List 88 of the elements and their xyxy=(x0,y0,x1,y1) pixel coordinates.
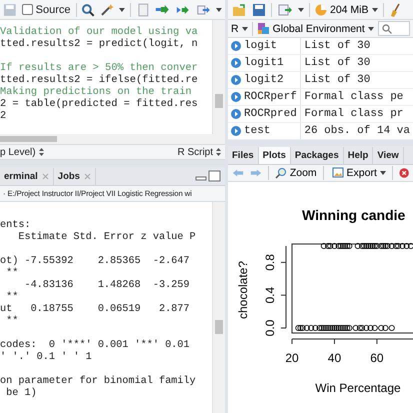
variable-name: logit1 xyxy=(244,57,284,69)
expand-icon[interactable] xyxy=(231,75,241,85)
language-selector[interactable]: R xyxy=(231,22,248,34)
y-tick-label: 0.0 xyxy=(263,320,277,336)
environment-row[interactable]: ROCRpred Formal class pr xyxy=(228,106,413,122)
code-line: 2 xyxy=(0,110,8,122)
open-folder-icon[interactable] xyxy=(231,2,247,16)
console-line: be 1) xyxy=(5,388,38,400)
expand-icon[interactable] xyxy=(231,92,241,102)
code-line: tted.results2 = ifelse(fitted.re xyxy=(0,74,199,86)
console-line: ** xyxy=(5,292,20,304)
remove-icon[interactable] xyxy=(398,167,410,179)
console-line: Estimate Std. Error z value P xyxy=(17,232,197,244)
wand-icon[interactable] xyxy=(100,2,114,16)
expand-icon[interactable] xyxy=(231,126,241,136)
export-button[interactable]: Export xyxy=(330,167,386,179)
console-line: ut 0.18755 0.06519 2.877 xyxy=(0,304,191,316)
environment-selector[interactable]: Global Environment xyxy=(256,22,374,35)
variable-value: 26 obs. of 14 va xyxy=(300,122,413,140)
pie-icon xyxy=(315,4,327,16)
variable-value: List of 30 xyxy=(300,72,413,88)
search-icon[interactable] xyxy=(81,2,96,16)
variable-name: ROCRperf xyxy=(244,91,297,103)
console-line: ot) -7.55392 2.85365 -2.647 xyxy=(0,256,191,268)
pane-tab[interactable]: Help xyxy=(344,147,374,164)
chart-title: Winning candie xyxy=(302,207,406,223)
variable-value: List of 30 xyxy=(300,38,413,54)
variable-name: test xyxy=(244,125,270,137)
caret-icon xyxy=(118,8,125,12)
console-line: ents: xyxy=(0,220,32,232)
console-line: on parameter for binomial family xyxy=(0,376,197,388)
expand-icon[interactable] xyxy=(231,109,241,119)
variable-name: ROCRpred xyxy=(244,108,297,120)
magnifier-icon xyxy=(274,167,287,179)
source-checkbox[interactable]: Source xyxy=(22,4,71,16)
caret-icon xyxy=(368,26,374,30)
search-icon xyxy=(382,24,392,34)
scope-selector[interactable]: p Level) xyxy=(0,146,44,158)
environment-row[interactable]: logit List of 30 xyxy=(228,38,413,54)
cube-icon xyxy=(256,22,270,35)
import-icon[interactable] xyxy=(277,2,293,16)
scrollbar[interactable] xyxy=(212,20,225,134)
expand-icon[interactable] xyxy=(231,41,241,51)
environment-row[interactable]: logit1 List of 30 xyxy=(228,54,413,72)
caret-icon xyxy=(216,8,222,12)
y-tick-label: 0.8 xyxy=(263,254,277,271)
scrollbar[interactable] xyxy=(212,202,225,413)
horizontal-scrollbar[interactable] xyxy=(0,134,225,144)
x-tick-label: 40 xyxy=(328,351,342,365)
source-run-icon[interactable] xyxy=(196,2,212,16)
run-line-icon[interactable] xyxy=(154,2,170,16)
variable-name: logit2 xyxy=(244,74,284,86)
zoom-button[interactable]: Zoom xyxy=(274,167,317,179)
variable-value: Formal class pr xyxy=(300,106,413,122)
code-line: 2 = table(predicted = fitted.res xyxy=(0,98,199,110)
variable-name: logit xyxy=(244,40,278,52)
console-line: -4.83136 1.48268 -3.259 xyxy=(23,280,191,292)
maximize-icon[interactable] xyxy=(208,170,221,182)
environment-row[interactable]: logit2 List of 30 xyxy=(228,72,413,88)
up-down-icon xyxy=(38,148,44,156)
code-comment: Making predictions on the train xyxy=(0,86,193,98)
caret-icon xyxy=(298,8,304,12)
code-comment: Validation of our model using va xyxy=(0,26,199,38)
code-line: tted.results2 = predict(logit, n xyxy=(0,38,199,50)
x-tick-label: 60 xyxy=(370,351,384,365)
file-type-selector[interactable]: R Script xyxy=(177,146,221,158)
caret-icon xyxy=(380,171,386,175)
console-line: ' '.' 0.1 ' ' 1 xyxy=(0,352,93,364)
console-line: ** xyxy=(5,268,20,280)
up-down-icon xyxy=(216,148,221,156)
x-tick-label: 20 xyxy=(285,351,299,365)
environment-row[interactable]: test 26 obs. of 14 va xyxy=(228,122,413,140)
y-axis-label: chocolate? xyxy=(236,260,250,320)
console-line: codes: 0 '***' 0.001 '**' 0.01 xyxy=(0,340,191,352)
page-icon[interactable] xyxy=(136,2,150,16)
caret-icon xyxy=(242,26,248,30)
caret-icon xyxy=(372,8,378,12)
save-icon[interactable] xyxy=(252,2,266,16)
console-line: ** xyxy=(5,316,20,328)
search-field[interactable] xyxy=(378,21,410,36)
environment-row[interactable]: ROCRperf Formal class pe xyxy=(228,88,413,106)
variable-value: List of 30 xyxy=(300,54,413,72)
x-axis-label: Win Percentage xyxy=(315,381,401,395)
code-comment: If results are > 50% then conver xyxy=(0,62,199,74)
variable-value: Formal class pe xyxy=(300,88,413,106)
expand-icon[interactable] xyxy=(231,58,241,68)
pane-tab[interactable]: Plots xyxy=(258,147,291,164)
y-tick-label: 0.4 xyxy=(263,286,277,304)
